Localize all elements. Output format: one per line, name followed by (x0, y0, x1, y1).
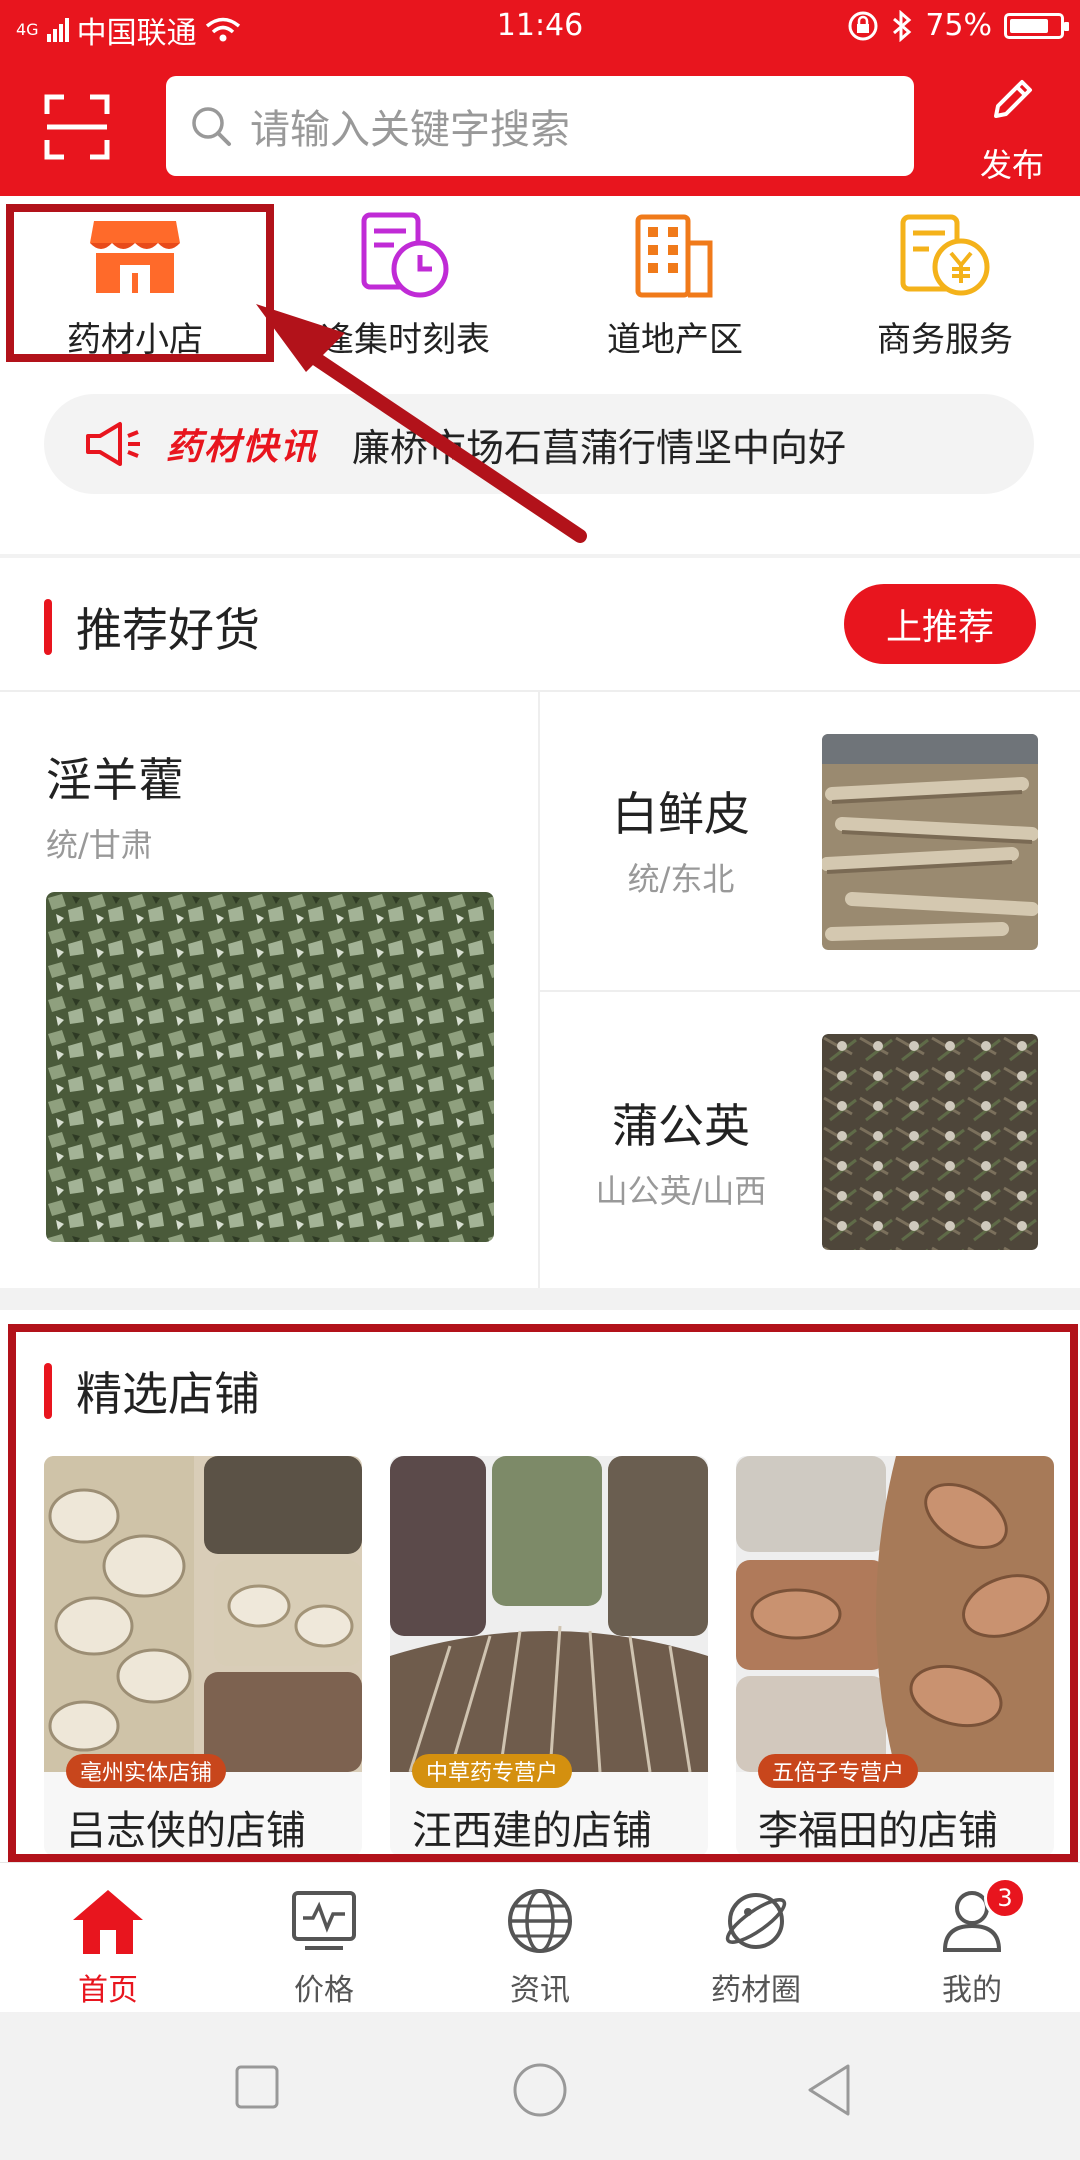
price-chart-icon (292, 1891, 356, 1950)
news-ticker[interactable]: 药材快讯 廉桥市场石菖蒲行情坚中向好 (44, 394, 1034, 494)
annotation-box-featured-shops (8, 1324, 1078, 1862)
category-origin-region[interactable]: 道地产区 (540, 210, 810, 361)
category-market-schedule[interactable]: 逢集时刻表 (270, 210, 540, 361)
top-header: 4G 中国联通 11:46 75% 请输入关键字搜索 发布 (0, 0, 1080, 196)
recommend-title: 推荐好货 (44, 594, 260, 660)
building-icon (635, 214, 713, 298)
bluetooth-icon (893, 9, 912, 42)
recommend-item-dictamnus[interactable]: 白鲜皮 统/东北 (526, 778, 836, 900)
search-placeholder: 请输入关键字搜索 (250, 107, 570, 153)
recommend-title-text: 推荐好货 (76, 603, 260, 657)
bottom-tab-bar: 首页 价格 资讯 药材圈 3 我的 (0, 1862, 1080, 2012)
schedule-icon (361, 212, 449, 298)
tab-mine[interactable]: 3 我的 (864, 1877, 1080, 2009)
search-icon (192, 107, 231, 146)
tab-label: 资讯 (510, 1973, 570, 2008)
search-input[interactable]: 请输入关键字搜索 (166, 76, 914, 176)
tab-label: 首页 (78, 1973, 138, 2008)
news-text: 廉桥市场石菖蒲行情坚中向好 (352, 425, 847, 470)
back-icon[interactable] (804, 2062, 854, 2118)
divider (0, 690, 1080, 692)
megaphone-icon (86, 422, 140, 466)
publish-label: 发布 (979, 146, 1044, 184)
title-accent-bar (44, 599, 52, 655)
scan-icon[interactable] (44, 94, 110, 160)
battery-percent: 75% (925, 8, 992, 43)
tab-label: 价格 (294, 1973, 354, 2008)
status-right: 75% (847, 8, 1069, 43)
rotation-lock-icon (848, 11, 878, 40)
item-photo[interactable] (822, 734, 1038, 950)
category-business-service[interactable]: 商务服务 (810, 210, 1080, 361)
submit-recommend-button[interactable]: 上推荐 (844, 584, 1036, 664)
item-photo[interactable] (822, 1034, 1038, 1250)
item-sub: 统/东北 (627, 860, 735, 898)
tab-home[interactable]: 首页 (0, 1881, 216, 2009)
category-label: 商务服务 (877, 320, 1013, 360)
publish-button[interactable]: 发布 (962, 74, 1062, 186)
item-name: 白鲜皮 (612, 787, 750, 841)
system-nav-bar (0, 2012, 1080, 2160)
home-nav-icon[interactable] (512, 2062, 568, 2118)
notification-badge: 3 (984, 1877, 1026, 1919)
recommend-item-dandelion[interactable]: 蒲公英 山公英/山西 (526, 1090, 836, 1212)
tab-label: 我的 (942, 1973, 1002, 2008)
pencil-icon (994, 80, 1032, 118)
recommend-item-epimedium[interactable]: 淫羊藿 统/甘肃 (46, 744, 184, 866)
item-sub: 山公英/山西 (595, 1172, 767, 1210)
category-label: 道地产区 (607, 320, 743, 360)
finance-icon (900, 214, 990, 296)
globe-icon (508, 1889, 572, 1953)
tab-news[interactable]: 资讯 (432, 1881, 648, 2009)
tab-label: 药材圈 (711, 1973, 801, 2008)
divider (540, 990, 1080, 992)
recommend-section: 推荐好货 上推荐 淫羊藿 统/甘肃 白鲜皮 统/东北 蒲公英 山公英/山西 (0, 558, 1080, 1288)
planet-icon (725, 1893, 787, 1949)
news-tag: 药材快讯 (166, 427, 319, 468)
item-sub: 统/甘肃 (46, 826, 153, 864)
annotation-box-shop (6, 204, 274, 362)
item-photo[interactable] (46, 892, 494, 1242)
item-name: 蒲公英 (612, 1099, 750, 1153)
battery-icon (1004, 12, 1069, 39)
tab-herb-circle[interactable]: 药材圈 (648, 1881, 864, 2009)
status-bar: 4G 中国联通 11:46 75% (0, 0, 1080, 56)
recent-apps-icon[interactable] (234, 2064, 280, 2110)
home-icon (73, 1890, 143, 1954)
item-name: 淫羊藿 (46, 753, 184, 807)
category-label: 逢集时刻表 (320, 320, 490, 360)
tab-price[interactable]: 价格 (216, 1881, 432, 2009)
